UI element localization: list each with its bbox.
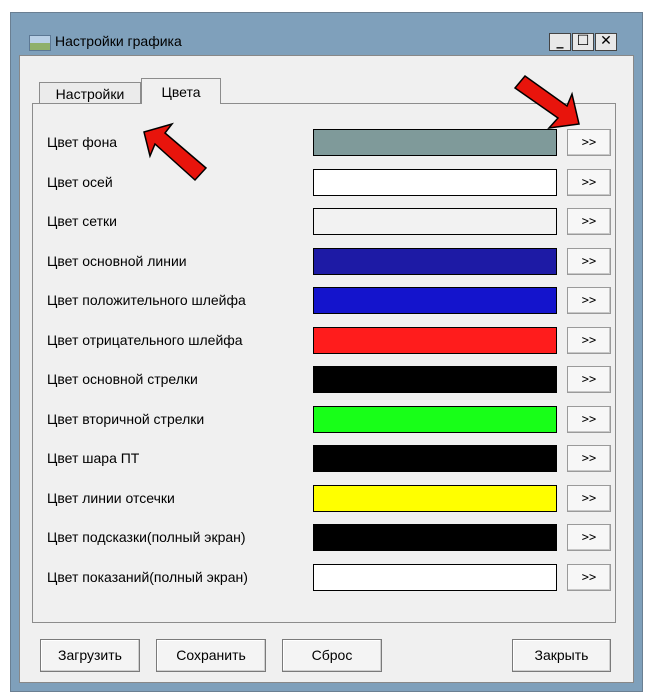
color-row-label: Цвет основной линии <box>47 252 187 269</box>
dialog-client-area: Настройки Цвета Цвет фона >> Цвет осей >> Цв… <box>19 55 634 683</box>
maximize-button[interactable]: ☐ <box>572 33 594 51</box>
color-row-label: Цвет фона <box>47 134 118 150</box>
pick-color-button[interactable]: >> <box>567 524 611 551</box>
color-swatch[interactable] <box>313 326 557 354</box>
tab-colors[interactable]: Цвета <box>141 78 221 104</box>
color-swatch[interactable] <box>313 247 557 275</box>
pick-color-button[interactable]: >> <box>567 563 611 591</box>
color-swatch[interactable] <box>313 445 557 472</box>
annotation-arrow-right-icon <box>513 74 580 130</box>
app-icon <box>29 35 51 51</box>
pick-color-button[interactable]: >> <box>567 208 611 235</box>
color-swatch[interactable] <box>313 563 557 591</box>
pick-color-button[interactable]: >> <box>567 445 611 472</box>
color-row-label: Цвет показаний(полный экран) <box>47 568 248 585</box>
color-swatch[interactable] <box>313 524 557 551</box>
color-row-label: Цвет сетки <box>47 213 117 229</box>
load-button[interactable]: Загрузить <box>40 639 140 672</box>
pick-color-button[interactable]: >> <box>567 168 611 196</box>
color-swatch[interactable] <box>313 287 557 314</box>
color-row-label: Цвет линии отсечки <box>47 489 175 506</box>
reset-button[interactable]: Сброс <box>282 639 382 672</box>
window-title: Настройки графика <box>55 33 182 49</box>
color-swatch[interactable] <box>313 366 557 393</box>
title-bar[interactable]: Настройки графика _ ☐ ✕ <box>11 13 642 51</box>
pick-color-button[interactable]: >> <box>567 326 611 354</box>
color-row-label: Цвет основной стрелки <box>47 371 198 387</box>
arrow-shape <box>513 74 580 130</box>
color-row-label: Цвет шара ПТ <box>47 450 140 466</box>
color-row-label: Цвет положительного шлейфа <box>47 292 246 308</box>
pick-color-button[interactable]: >> <box>567 366 611 393</box>
minimize-button[interactable]: _ <box>549 33 571 51</box>
tab-settings[interactable]: Настройки <box>39 82 141 104</box>
colors-tab-panel: Цвет фона >> Цвет осей >> Цвет сетки >> Цвет о… <box>32 103 616 623</box>
color-swatch[interactable] <box>313 405 557 433</box>
pick-color-button[interactable]: >> <box>567 247 611 275</box>
color-swatch[interactable] <box>313 208 557 235</box>
pick-color-button[interactable]: >> <box>567 405 611 433</box>
color-swatch[interactable] <box>313 484 557 512</box>
pick-color-button[interactable]: >> <box>567 484 611 512</box>
color-swatch[interactable] <box>313 168 557 196</box>
close-button[interactable]: Закрыть <box>512 639 611 672</box>
color-row-label: Цвет осей <box>47 173 113 190</box>
color-row-label: Цвет отрицательного шлейфа <box>47 331 243 348</box>
annotation-arrow-left-icon <box>143 122 208 182</box>
pick-color-button[interactable]: >> <box>567 287 611 314</box>
close-window-button[interactable]: ✕ <box>595 33 617 51</box>
arrow-shape <box>143 122 208 182</box>
color-row-label: Цвет подсказки(полный экран) <box>47 529 246 545</box>
save-button[interactable]: Сохранить <box>156 639 266 672</box>
color-row-label: Цвет вторичной стрелки <box>47 410 205 427</box>
